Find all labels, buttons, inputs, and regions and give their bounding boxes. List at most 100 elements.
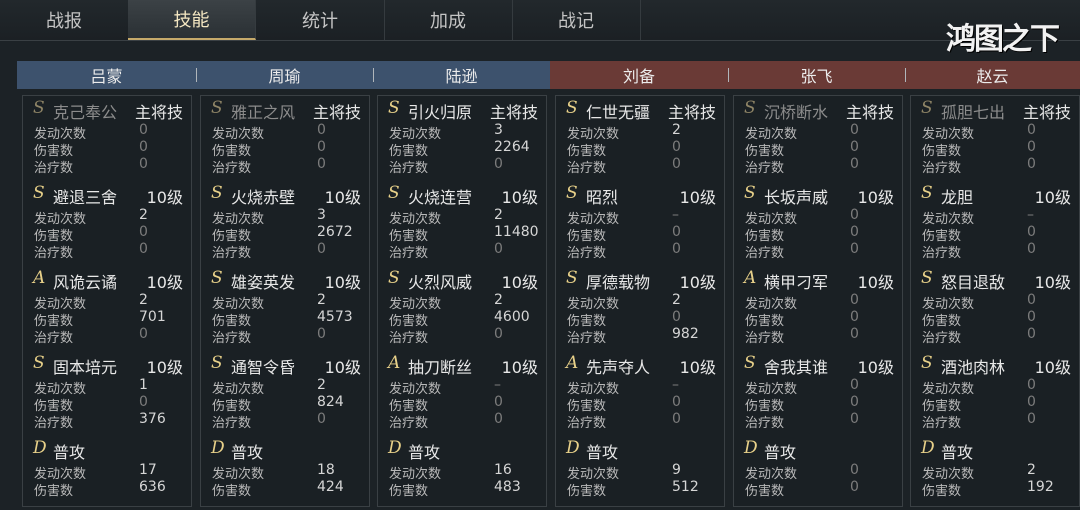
stat-label-heal: 治疗数 [922, 416, 962, 431]
skill-header: D 普攻 [386, 438, 546, 462]
skill-header: S 火烧赤壁 10级 [209, 183, 369, 207]
skill-grade-letter: S [388, 183, 400, 203]
skill-header: S 雅正之风 主将技 [209, 98, 369, 122]
skill-name: 风诡云谲 [53, 273, 118, 292]
skill-grade-letter: D [33, 438, 47, 458]
stat-value-heal: 0 [1027, 326, 1036, 342]
stat-value-damage: 0 [850, 309, 859, 325]
stat-value-trigger: 2 [139, 207, 148, 223]
stat-value-trigger: 2 [1027, 462, 1036, 478]
skill-name: 普攻 [53, 443, 86, 462]
stat-value-trigger: 0 [850, 207, 859, 223]
hero-skill-panel: S 仁世无疆 主将技 发动次数 2 伤害数 0 治疗数 0 S 昭烈 10级 发动次数 – 伤害数 0 治疗数 0… [555, 95, 725, 507]
stat-value-damage: 0 [139, 139, 148, 155]
skill-name: 沉桥断水 [764, 103, 829, 122]
skill-name: 普攻 [231, 443, 264, 462]
skill-grade-letter: S [211, 268, 223, 288]
stat-value-damage: 0 [672, 309, 681, 325]
stat-label-heal: 治疗数 [34, 416, 74, 431]
hero-name-zhouyu: 周瑜 [196, 61, 373, 89]
tab-battle-record[interactable]: 战记 [512, 0, 641, 40]
hero-skill-panel: S 克己奉公 主将技 发动次数 0 伤害数 0 治疗数 0 S 避退三舍 10级 发动次数 2 伤害数 0 治疗… [22, 95, 192, 507]
skill-level: 主将技 [312, 103, 361, 122]
skill-grade-letter: S [33, 353, 45, 373]
skill-grade-letter: S [388, 268, 400, 288]
tab-skills[interactable]: 技能 [128, 0, 256, 40]
tab-battle-report[interactable]: 战报 [0, 0, 129, 40]
skill-name: 长坂声威 [764, 188, 829, 207]
skill-header: S 火烈风威 10级 [386, 268, 546, 292]
stat-value-damage: 424 [317, 479, 344, 495]
skill-header: S 克己奉公 主将技 [31, 98, 191, 122]
skill-name: 抽刀断丝 [408, 358, 473, 377]
skill-grade-letter: A [744, 268, 757, 288]
stat-value-trigger: 0 [1027, 292, 1036, 308]
skill-grade-letter: D [566, 438, 580, 458]
skill-level: 10级 [501, 188, 538, 207]
skill-name: 普攻 [408, 443, 441, 462]
stat-label-heal: 治疗数 [34, 331, 74, 346]
skill-header: S 长坂声威 10级 [742, 183, 902, 207]
stat-value-heal: 0 [139, 241, 148, 257]
stat-label-heal: 治疗数 [567, 331, 607, 346]
skill-grade-letter: A [388, 353, 401, 373]
tab-statistics[interactable]: 统计 [256, 0, 385, 40]
stat-value-trigger: 1 [139, 377, 148, 393]
stat-value-damage: 2264 [494, 139, 530, 155]
stat-value-trigger: 2 [672, 292, 681, 308]
stat-value-heal: 0 [494, 156, 503, 172]
stat-label-damage: 伤害数 [567, 484, 607, 499]
stat-value-damage: 0 [1027, 394, 1036, 410]
skill-level: 10级 [146, 358, 183, 377]
skill-name: 普攻 [586, 443, 619, 462]
skill-level: 10级 [324, 273, 361, 292]
stat-value-trigger: 0 [850, 122, 859, 138]
stat-value-heal: 0 [850, 326, 859, 342]
skill-header: S 舍我其谁 10级 [742, 353, 902, 377]
stat-value-trigger: 0 [850, 377, 859, 393]
skill-name: 通智令昏 [231, 358, 296, 377]
hero-skill-panel: S 孤胆七出 主将技 发动次数 0 伤害数 0 治疗数 0 S 龙胆 10级 发动次数 – 伤害数 0 治疗数 0… [910, 95, 1080, 507]
stat-value-heal: 0 [494, 241, 503, 257]
skill-name: 先声夺人 [586, 358, 651, 377]
hero-skill-panel: S 沉桥断水 主将技 发动次数 0 伤害数 0 治疗数 0 S 长坂声威 10级 发动次数 0 伤害数 0 治疗… [733, 95, 903, 507]
stat-value-trigger: 2 [139, 292, 148, 308]
skill-level: 10级 [857, 188, 894, 207]
hero-name-luxun: 陆逊 [373, 61, 550, 89]
stat-value-trigger: 18 [317, 462, 335, 478]
skill-header: S 沉桥断水 主将技 [742, 98, 902, 122]
stat-value-damage: 0 [1027, 224, 1036, 240]
stat-value-heal: 0 [850, 156, 859, 172]
skill-header: S 雄姿英发 10级 [209, 268, 369, 292]
skill-name: 孤胆七出 [941, 103, 1006, 122]
stat-value-trigger: 0 [850, 292, 859, 308]
skill-name: 雅正之风 [231, 103, 296, 122]
stat-label-heal: 治疗数 [922, 161, 962, 176]
skill-grade-letter: A [33, 268, 46, 288]
stat-label-heal: 治疗数 [567, 416, 607, 431]
skill-grade-letter: S [566, 268, 578, 288]
skill-level: 10级 [146, 188, 183, 207]
stat-value-heal: 0 [317, 411, 326, 427]
stat-label-heal: 治疗数 [567, 161, 607, 176]
skill-level: 10级 [324, 188, 361, 207]
skill-level: 10级 [679, 188, 716, 207]
stat-value-heal: 0 [672, 411, 681, 427]
skill-header: S 固本培元 10级 [31, 353, 191, 377]
tab-bonus[interactable]: 加成 [384, 0, 513, 40]
stat-value-damage: 824 [317, 394, 344, 410]
stat-value-damage: 0 [1027, 139, 1036, 155]
stat-label-heal: 治疗数 [745, 246, 785, 261]
skill-grade-letter: S [566, 98, 578, 118]
skill-name: 昭烈 [586, 188, 619, 207]
stat-value-trigger: 0 [850, 462, 859, 478]
skill-name: 普攻 [941, 443, 974, 462]
stat-value-damage: 11480 [494, 224, 539, 240]
skill-level: 主将技 [845, 103, 894, 122]
skill-grade-letter: S [744, 98, 756, 118]
stat-value-heal: 0 [494, 326, 503, 342]
hero-skill-panel: S 引火归原 主将技 发动次数 3 伤害数 2264 治疗数 0 S 火烧连营 10级 发动次数 2 伤害数… [377, 95, 547, 507]
skill-header: S 引火归原 主将技 [386, 98, 546, 122]
skill-header: A 风诡云谲 10级 [31, 268, 191, 292]
skill-name: 横甲刁军 [764, 273, 829, 292]
